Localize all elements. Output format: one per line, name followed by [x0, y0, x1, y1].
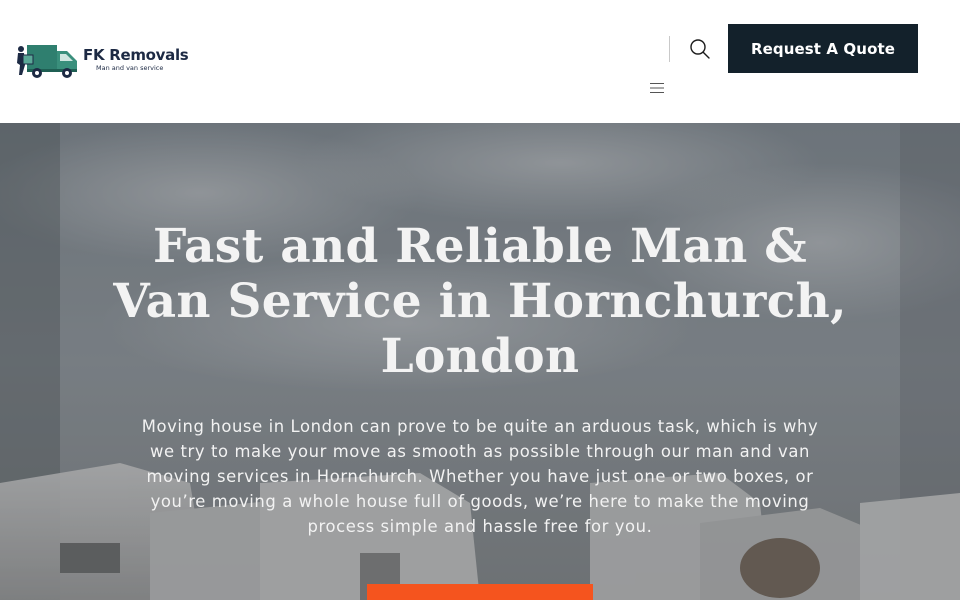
search-icon — [690, 39, 710, 59]
request-quote-button[interactable]: Request A Quote — [728, 24, 918, 73]
hero-description: Moving house in London can prove to be q… — [141, 417, 819, 536]
menu-button[interactable] — [650, 79, 664, 93]
van-logo-icon — [17, 45, 77, 78]
logo-subtitle: Man and van service — [96, 64, 164, 73]
hero-section: Fast and Reliable Man & Van Service in H… — [0, 123, 960, 600]
header-divider — [669, 36, 670, 62]
site-header: FK Removals Man and van service Request … — [0, 0, 960, 123]
hamburger-menu-icon — [650, 83, 664, 93]
hero-cta-button[interactable] — [367, 584, 593, 600]
site-logo[interactable]: FK Removals Man and van service — [13, 41, 189, 79]
logo-title: FK Removals — [83, 46, 189, 65]
hero-title: Fast and Reliable Man & Van Service in H… — [113, 219, 847, 384]
search-button[interactable] — [688, 37, 712, 61]
logo-text: FK Removals Man and van service — [83, 46, 189, 73]
